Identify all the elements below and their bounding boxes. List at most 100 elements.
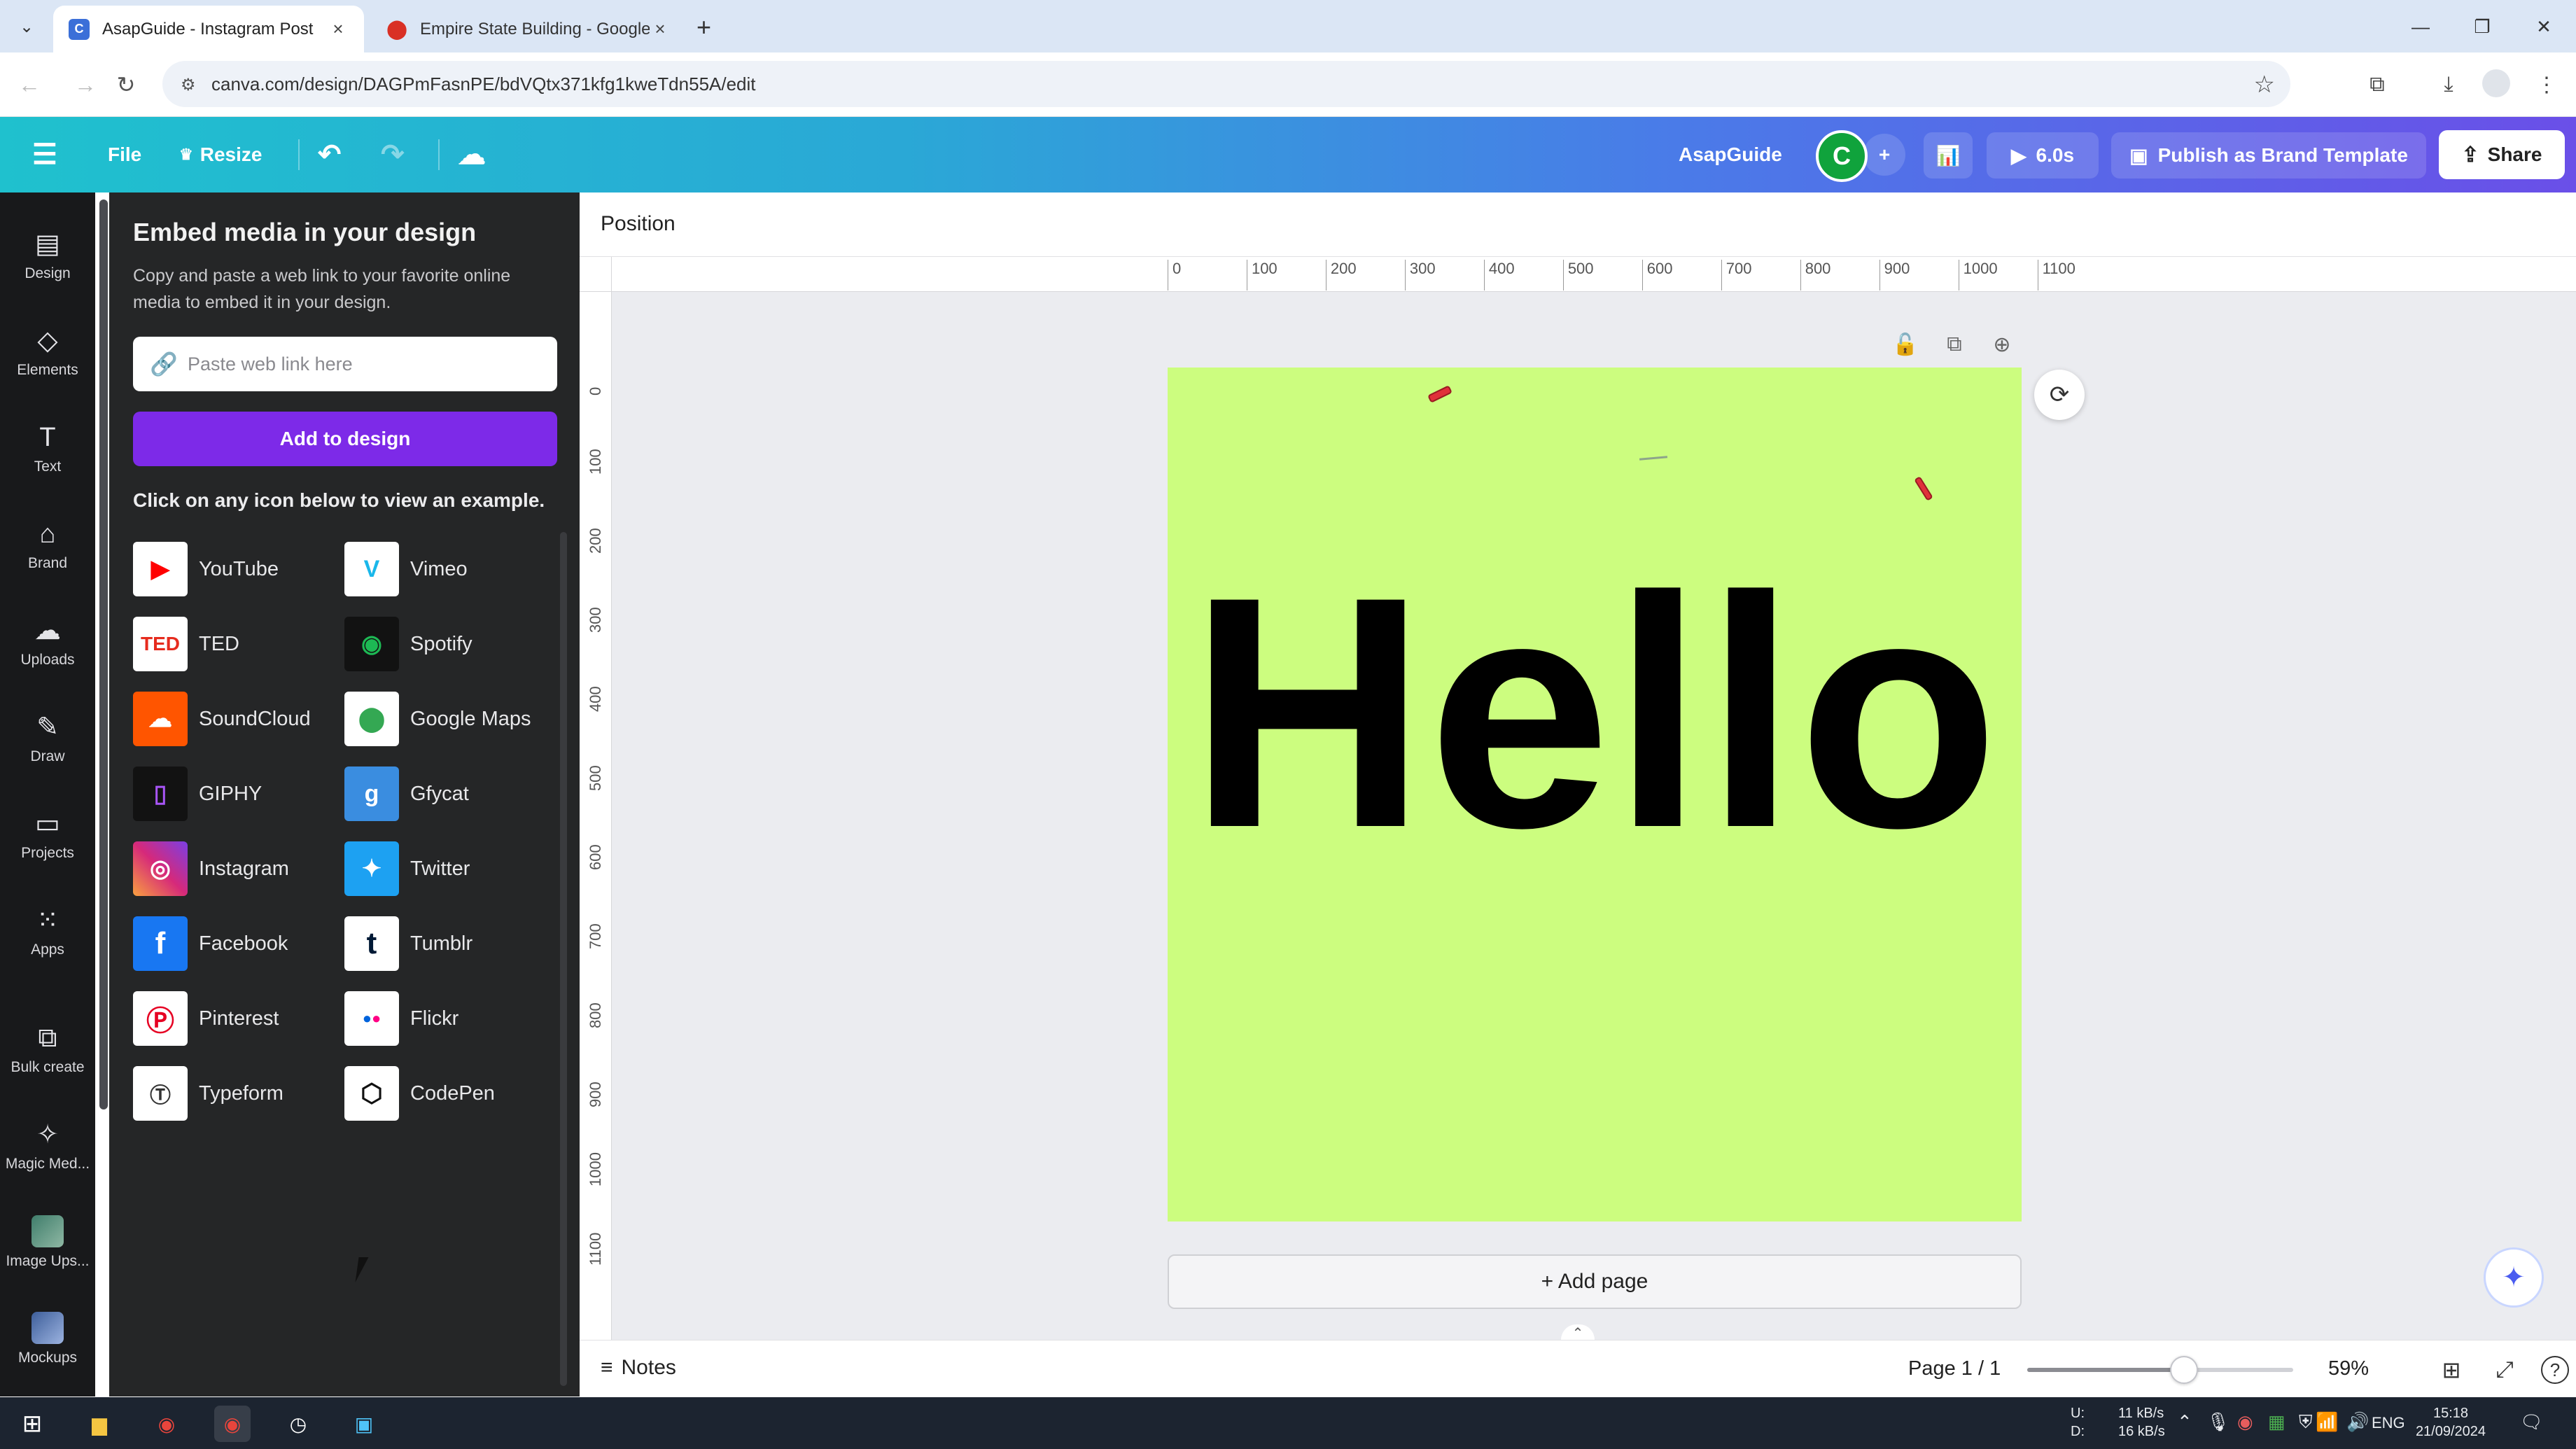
undo-icon[interactable]: ↶ xyxy=(318,117,342,192)
rail-item-image-upscaler[interactable]: Image Ups... xyxy=(0,1200,95,1284)
analytics-icon[interactable]: 📊 xyxy=(1924,132,1973,178)
rail-item-magic-media[interactable]: ✧ Magic Med... xyxy=(0,1104,95,1188)
back-arrow-icon[interactable]: ← xyxy=(11,66,48,103)
panel-scrollbar[interactable] xyxy=(560,532,567,1386)
service-gfycat[interactable]: g Gfycat xyxy=(344,766,469,822)
service-soundcloud[interactable]: ☁ SoundCloud xyxy=(133,691,311,747)
confetti-shape[interactable] xyxy=(1427,385,1452,403)
app-tray-icon[interactable]: ▦ xyxy=(2268,1411,2286,1433)
rail-scrollbar[interactable] xyxy=(99,200,108,1110)
help-icon[interactable]: ? xyxy=(2541,1356,2569,1384)
service-vimeo[interactable]: V Vimeo xyxy=(344,541,468,597)
share-button[interactable]: ⇪ Share xyxy=(2439,130,2565,179)
restore-icon[interactable]: ❐ xyxy=(2461,10,2503,43)
browser-tab-inactive[interactable]: ⬤ Empire State Building - Google × xyxy=(371,6,686,52)
service-ted[interactable]: TED TED xyxy=(133,616,239,672)
minimize-icon[interactable]: — xyxy=(2400,10,2442,43)
service-giphy[interactable]: ▯ GIPHY xyxy=(133,766,262,822)
service-tumblr[interactable]: t Tumblr xyxy=(344,916,472,972)
rail-item-brand[interactable]: ⌂ Brand xyxy=(0,503,95,587)
forward-arrow-icon[interactable]: → xyxy=(67,66,104,103)
close-tab-icon[interactable]: × xyxy=(328,18,349,40)
browser-tab-active[interactable]: C AsapGuide - Instagram Post × xyxy=(53,6,364,52)
confetti-shape[interactable] xyxy=(1639,456,1668,461)
windows-start-icon[interactable]: ⊞ xyxy=(14,1406,50,1442)
resize-button[interactable]: ♛ Resize xyxy=(179,117,262,192)
confetti-shape[interactable] xyxy=(1914,476,1933,501)
terminal-app-icon[interactable]: ▣ xyxy=(346,1406,382,1442)
menu-hamburger-icon[interactable]: ☰ xyxy=(32,117,57,192)
rail-item-elements[interactable]: ◇ Elements xyxy=(0,310,95,394)
lock-icon[interactable]: 🔓 xyxy=(1890,329,1921,360)
rail-item-projects[interactable]: ▭ Projects xyxy=(0,793,95,877)
url-field[interactable]: ⚙ canva.com/design/DAGPmFasnPE/bdVQtx371… xyxy=(162,61,2290,107)
cloud-save-icon[interactable]: ☁ xyxy=(458,117,486,192)
language-indicator[interactable]: ENG xyxy=(2372,1414,2405,1432)
service-google-maps[interactable]: ⬤ Google Maps xyxy=(344,691,531,747)
volume-icon[interactable]: 🔊 xyxy=(2346,1411,2369,1433)
service-typeform[interactable]: Ⓣ Typeform xyxy=(133,1065,284,1121)
rail-item-draw[interactable]: ✎ Draw xyxy=(0,696,95,780)
magic-assistant-icon[interactable]: ✦ xyxy=(2484,1247,2544,1308)
page-count[interactable]: Page 1 / 1 xyxy=(1908,1357,2001,1380)
file-explorer-icon[interactable]: ▆ xyxy=(81,1406,118,1442)
chrome-icon[interactable]: ◉ xyxy=(148,1406,185,1442)
notes-button[interactable]: ≡ Notes xyxy=(601,1356,676,1380)
clock-app-icon[interactable]: ◷ xyxy=(280,1406,316,1442)
security-icon[interactable]: ⛨ xyxy=(2299,1411,2313,1434)
notification-icon[interactable]: 🗨 xyxy=(2520,1411,2543,1433)
redo-icon[interactable]: ↷ xyxy=(381,117,405,192)
service-spotify[interactable]: ◉ Spotify xyxy=(344,616,472,672)
design-page[interactable]: Hello xyxy=(1168,368,2022,1222)
close-window-icon[interactable]: ✕ xyxy=(2523,10,2565,43)
zoom-slider[interactable] xyxy=(2027,1368,2293,1372)
add-page-icon[interactable]: ⊕ xyxy=(1987,329,2017,360)
close-tab-icon[interactable]: × xyxy=(650,18,671,40)
reload-icon[interactable]: ↻ xyxy=(108,66,144,103)
service-twitter[interactable]: ✦ Twitter xyxy=(344,841,470,897)
web-link-input[interactable]: 🔗 Paste web link here xyxy=(133,337,557,391)
duplicate-page-icon[interactable]: ⧉ xyxy=(1939,329,1970,360)
hello-text[interactable]: Hello xyxy=(1168,548,2022,877)
tab-search-icon[interactable]: ⌄ xyxy=(10,10,43,43)
zoom-level[interactable]: 59% xyxy=(2328,1357,2369,1380)
add-member-button[interactable]: + xyxy=(1863,134,1905,176)
service-pinterest[interactable]: Ⓟ Pinterest xyxy=(133,990,279,1046)
more-menu-icon[interactable]: ⋮ xyxy=(2530,68,2563,102)
clock-time[interactable]: 15:18 xyxy=(2419,1404,2482,1422)
download-icon[interactable]: ⤓ xyxy=(2432,68,2465,102)
user-avatar[interactable]: C xyxy=(1816,130,1868,182)
service-instagram[interactable]: ◎ Instagram xyxy=(133,841,289,897)
rail-item-mockups[interactable]: Mockups xyxy=(0,1297,95,1381)
profile-avatar[interactable] xyxy=(2482,69,2510,97)
rail-item-apps[interactable]: ⁙ Apps xyxy=(0,890,95,974)
clock-date[interactable]: 21/09/2024 xyxy=(2412,1422,2489,1441)
site-info-icon[interactable]: ⚙ xyxy=(181,75,196,95)
regenerate-icon[interactable]: ⟳ xyxy=(2034,370,2085,420)
fullscreen-icon[interactable]: ⤢ xyxy=(2489,1354,2520,1385)
grid-view-icon[interactable]: ⊞ xyxy=(2436,1354,2467,1385)
service-flickr[interactable]: ● ● Flickr xyxy=(344,990,458,1046)
add-page-button[interactable]: + Add page xyxy=(1168,1254,2022,1309)
rail-item-text[interactable]: T Text xyxy=(0,407,95,491)
position-button[interactable]: Position xyxy=(601,212,676,236)
service-facebook[interactable]: f Facebook xyxy=(133,916,288,972)
new-tab-icon[interactable]: + xyxy=(696,13,711,42)
zoom-slider-thumb[interactable] xyxy=(2170,1356,2199,1384)
bookmark-star-icon[interactable]: ☆ xyxy=(2254,71,2275,99)
extensions-icon[interactable]: ⧉ xyxy=(2360,68,2394,102)
present-button[interactable]: ▶ 6.0s xyxy=(1987,132,2099,178)
publish-brand-template-button[interactable]: ▣ Publish as Brand Template xyxy=(2111,132,2426,178)
rail-item-bulk-create[interactable]: ⧉ Bulk create xyxy=(0,1007,95,1091)
wifi-icon[interactable]: 📶 xyxy=(2316,1411,2338,1433)
record-icon[interactable]: ◉ xyxy=(2237,1411,2253,1433)
team-name[interactable]: AsapGuide xyxy=(1679,117,1782,192)
service-codepen[interactable]: ⬡ CodePen xyxy=(344,1065,495,1121)
tray-chevron-icon[interactable]: ⌃ xyxy=(2177,1411,2192,1433)
add-to-design-button[interactable]: Add to design xyxy=(133,412,557,466)
rail-item-design[interactable]: ▤ Design xyxy=(0,214,95,298)
file-menu-button[interactable]: File xyxy=(108,117,141,192)
chrome-active-icon[interactable]: ◉ xyxy=(214,1406,251,1442)
service-youtube[interactable]: ▶ YouTube xyxy=(133,541,279,597)
rail-item-uploads[interactable]: ☁ Uploads xyxy=(0,600,95,684)
